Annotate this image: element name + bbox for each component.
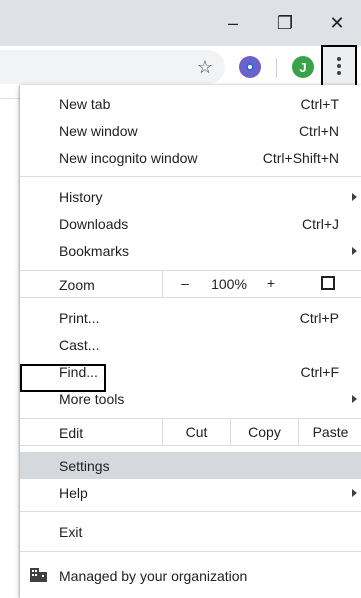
fullscreen-icon[interactable] <box>321 276 335 290</box>
menu-separator <box>20 176 361 177</box>
browser-toolbar: ☆ J <box>0 45 361 88</box>
menu-item-new-tab[interactable]: New tab Ctrl+T <box>20 90 361 117</box>
chrome-main-menu: New tab Ctrl+T New window Ctrl+N New inc… <box>20 85 361 598</box>
menu-separator <box>20 551 361 552</box>
managed-label: Managed by your organization <box>59 568 248 584</box>
menu-item-shortcut: Ctrl+P <box>299 309 339 326</box>
menu-item-label: Settings <box>59 457 110 474</box>
kebab-dot-icon <box>337 57 341 61</box>
submenu-arrow-icon <box>352 394 357 403</box>
profile-avatar[interactable]: J <box>292 56 314 78</box>
menu-item-managed[interactable]: Managed by your organization <box>20 560 361 590</box>
menu-item-label: Help <box>59 484 88 501</box>
menu-item-new-window[interactable]: New window Ctrl+N <box>20 117 361 144</box>
menu-item-print[interactable]: Print... Ctrl+P <box>20 304 361 331</box>
page-background <box>0 88 20 598</box>
menu-item-shortcut: Ctrl+N <box>298 122 339 139</box>
menu-item-history[interactable]: History <box>20 183 361 210</box>
menu-item-help[interactable]: Help <box>20 479 361 506</box>
menu-item-label: New window <box>59 122 138 139</box>
title-bar: – ❐ ✕ <box>0 0 361 46</box>
menu-item-label: New incognito window <box>59 149 198 166</box>
submenu-arrow-icon <box>352 488 357 497</box>
menu-item-new-incognito-window[interactable]: New incognito window Ctrl+Shift+N <box>20 144 361 171</box>
menu-item-settings[interactable]: Settings <box>20 452 361 479</box>
chrome-menu-button[interactable] <box>321 45 357 87</box>
menu-item-downloads[interactable]: Downloads Ctrl+J <box>20 210 361 237</box>
menu-item-label: Bookmarks <box>59 242 130 259</box>
menu-separator <box>20 445 361 446</box>
bookmark-star-icon[interactable]: ☆ <box>191 53 219 81</box>
zoom-label: Zoom <box>59 277 95 293</box>
edit-label: Edit <box>59 425 84 441</box>
menu-item-label: Print... <box>59 309 100 326</box>
zoom-out-button[interactable]: – <box>177 275 193 291</box>
menu-separator <box>20 297 361 298</box>
menu-item-shortcut: Ctrl+F <box>300 363 340 380</box>
toolbar-divider <box>276 58 277 78</box>
paste-button[interactable]: Paste <box>298 419 361 445</box>
zoom-controls: – 100% + <box>162 271 361 297</box>
menu-item-label: New tab <box>59 95 111 112</box>
menu-item-label: Exit <box>59 523 83 540</box>
menu-zoom-row: Zoom – 100% + <box>20 271 361 297</box>
submenu-arrow-icon <box>352 192 357 201</box>
zoom-in-button[interactable]: + <box>263 275 279 291</box>
kebab-dot-icon <box>337 71 341 75</box>
menu-item-label: History <box>59 188 103 205</box>
menu-item-exit[interactable]: Exit <box>20 518 361 545</box>
menu-item-cast[interactable]: Cast... <box>20 331 361 358</box>
kebab-dot-icon <box>337 64 341 68</box>
menu-item-label: More tools <box>59 390 125 407</box>
menu-item-label: Cast... <box>59 336 100 353</box>
menu-item-shortcut: Ctrl+Shift+N <box>262 149 339 166</box>
zoom-level: 100% <box>211 276 247 292</box>
page-divider <box>0 98 20 99</box>
restore-button[interactable]: ❐ <box>270 10 300 36</box>
cut-button[interactable]: Cut <box>162 419 230 445</box>
submenu-arrow-icon <box>352 246 357 255</box>
menu-item-label: Downloads <box>59 215 129 232</box>
menu-item-shortcut: Ctrl+T <box>300 95 340 112</box>
close-button[interactable]: ✕ <box>322 10 352 36</box>
menu-separator <box>20 511 361 512</box>
address-bar[interactable]: ☆ <box>0 50 225 84</box>
copy-button[interactable]: Copy <box>230 419 298 445</box>
menu-item-shortcut: Ctrl+J <box>302 215 339 232</box>
minimize-button[interactable]: – <box>218 10 248 36</box>
menu-edit-row: Edit Cut Copy Paste <box>20 419 361 445</box>
settings-highlight-box <box>20 364 106 392</box>
extension-icon[interactable] <box>239 56 261 78</box>
menu-item-bookmarks[interactable]: Bookmarks <box>20 237 361 264</box>
building-icon <box>30 568 47 582</box>
